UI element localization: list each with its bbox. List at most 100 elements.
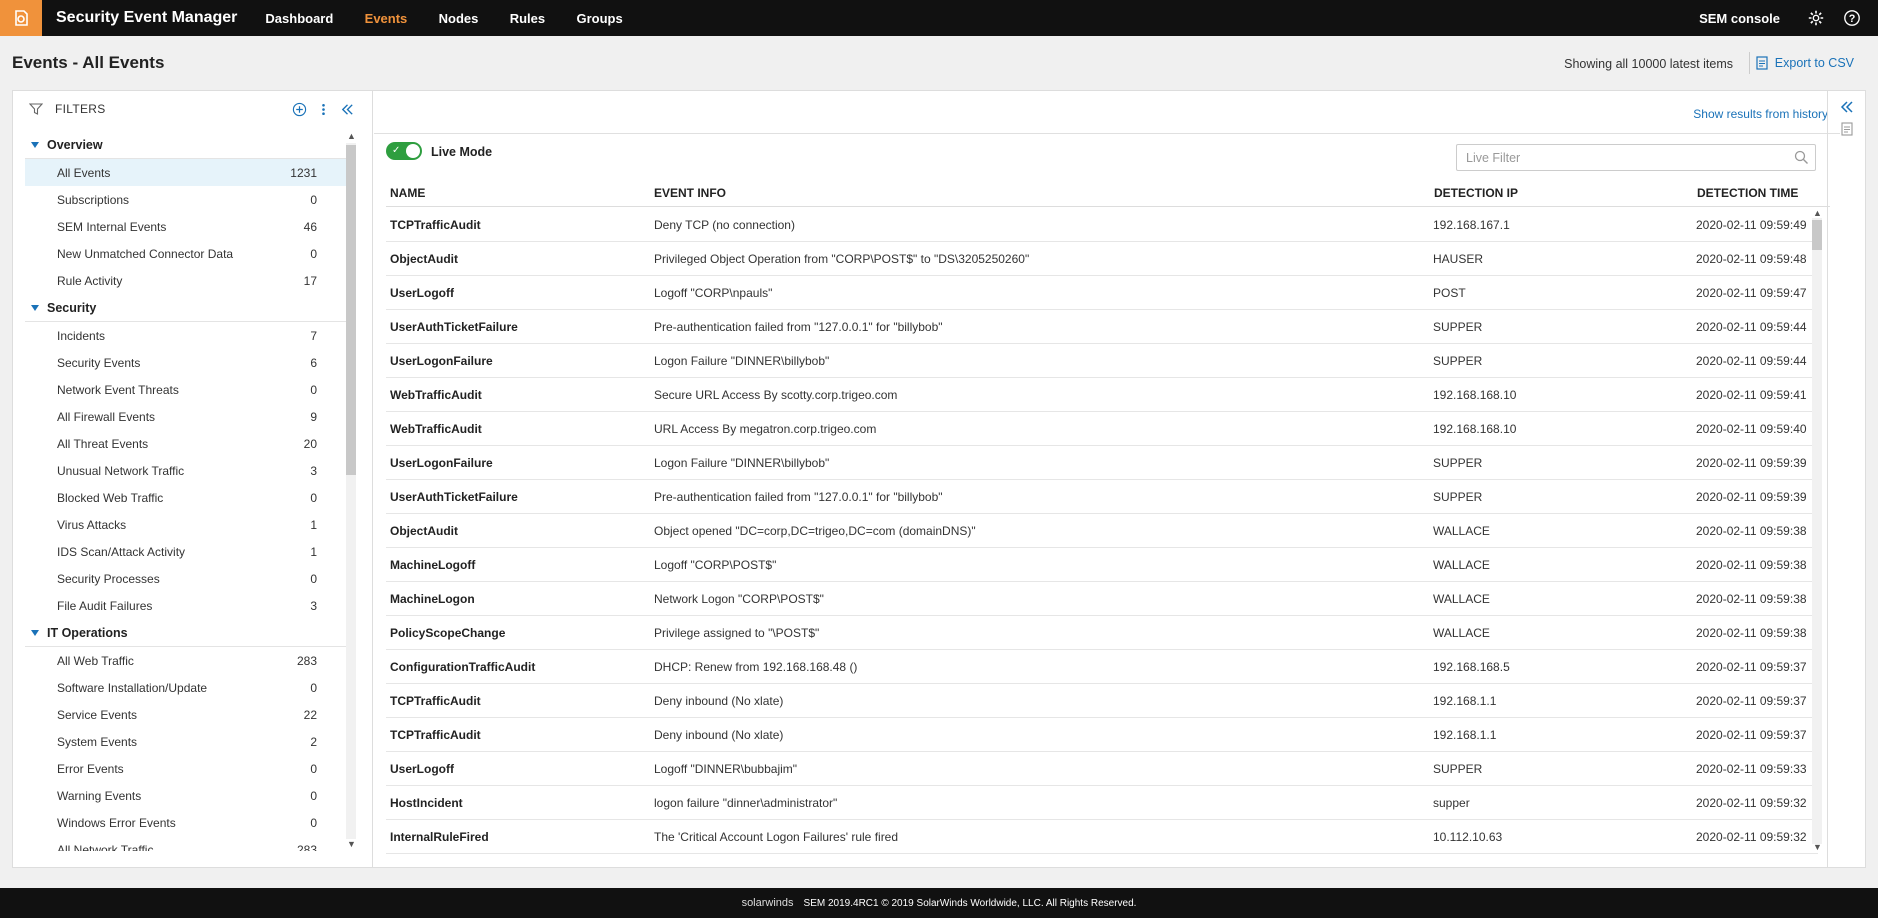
- detection-time: 2020-02-11 09:59:44: [1696, 320, 1807, 334]
- detection-time: 2020-02-11 09:59:40: [1696, 422, 1807, 436]
- table-row[interactable]: TCPTrafficAudit Deny inbound (No xlate) 19…: [386, 684, 1818, 718]
- detection-ip: SUPPER: [1433, 490, 1483, 504]
- filter-item-all-threat-events[interactable]: All Threat Events 20: [25, 430, 355, 457]
- live-mode-toggle[interactable]: ✓: [386, 142, 422, 160]
- detection-ip: 192.168.167.1: [1433, 218, 1510, 232]
- event-name: PolicyScopeChange: [390, 626, 506, 640]
- filter-item-network-event-threats[interactable]: Network Event Threats 0: [25, 376, 355, 403]
- detection-time: 2020-02-11 09:59:32: [1696, 796, 1807, 810]
- event-name: ConfigurationTrafficAudit: [390, 660, 536, 674]
- filter-item-virus-attacks[interactable]: Virus Attacks 1: [25, 511, 355, 538]
- table-row[interactable]: UserLogonFailure Logon Failure "DINNER\bi…: [386, 344, 1818, 378]
- table-row[interactable]: ObjectAudit Privileged Object Operation f…: [386, 242, 1818, 276]
- col-header-detection-ip[interactable]: DETECTION IP: [1434, 186, 1518, 200]
- filter-item-all-firewall-events[interactable]: All Firewall Events 9: [25, 403, 355, 430]
- filter-item-file-audit-failures[interactable]: File Audit Failures 3: [25, 592, 355, 619]
- filter-item-unusual-network-traffic[interactable]: Unusual Network Traffic 3: [25, 457, 355, 484]
- filter-item-security-events[interactable]: Security Events 6: [25, 349, 355, 376]
- table-row[interactable]: ObjectAudit Object opened "DC=corp,DC=tri…: [386, 514, 1818, 548]
- filter-group-it-operations[interactable]: IT Operations: [25, 619, 355, 647]
- filter-item-system-events[interactable]: System Events 2: [25, 728, 355, 755]
- filter-item-service-events[interactable]: Service Events 22: [25, 701, 355, 728]
- detection-ip: 192.168.168.10: [1433, 422, 1517, 436]
- filter-item-windows-error-events[interactable]: Windows Error Events 0: [25, 809, 355, 836]
- add-filter-icon[interactable]: [291, 101, 307, 117]
- filter-item-warning-events[interactable]: Warning Events 0: [25, 782, 355, 809]
- table-row[interactable]: TCPTrafficAudit Deny TCP (no connection) 1…: [386, 208, 1818, 242]
- event-name: HostIncident: [390, 796, 463, 810]
- filter-item-all-network-traffic[interactable]: All Network Traffic 283: [25, 836, 355, 852]
- filter-item-all-web-traffic[interactable]: All Web Traffic 283: [25, 647, 355, 674]
- table-scrollbar[interactable]: ▲ ▼: [1810, 208, 1824, 854]
- table-row[interactable]: UserLogoff Logoff "DINNER\bubbajim" SUPPER…: [386, 752, 1818, 786]
- filter-item-software-installation-update[interactable]: Software Installation/Update 0: [25, 674, 355, 701]
- nav-rules[interactable]: Rules: [510, 11, 545, 26]
- footer: solarwinds SEM 2019.4RC1 © 2019 SolarWin…: [0, 888, 1878, 918]
- filter-item-new-unmatched-connector-data[interactable]: New Unmatched Connector Data 0: [25, 240, 355, 267]
- table-row[interactable]: WebTrafficAudit URL Access By megatron.co…: [386, 412, 1818, 446]
- sidebar-scroll-thumb[interactable]: [346, 145, 356, 475]
- nav-events[interactable]: Events: [365, 11, 408, 26]
- nav-groups[interactable]: Groups: [576, 11, 622, 26]
- filter-item-all-events[interactable]: All Events 1231: [25, 159, 355, 186]
- detection-ip: 10.112.10.63: [1433, 830, 1503, 844]
- table-row[interactable]: UserLogonFailure Logon Failure "DINNER\bi…: [386, 446, 1818, 480]
- event-name: MachineLogoff: [390, 558, 476, 572]
- table-row[interactable]: UserAuthTicketFailure Pre-authentication …: [386, 310, 1818, 344]
- event-name: TCPTrafficAudit: [390, 694, 481, 708]
- filter-item-rule-activity[interactable]: Rule Activity 17: [25, 267, 355, 294]
- table-row[interactable]: MachineLogon Network Logon "CORP\POST$" WA…: [386, 582, 1818, 616]
- col-header-detection-time[interactable]: DETECTION TIME: [1697, 186, 1798, 200]
- table-row[interactable]: PolicyScopeChange Privilege assigned to "…: [386, 616, 1818, 650]
- sem-console-link[interactable]: SEM console: [1699, 11, 1780, 26]
- table-row[interactable]: UserLogoff Logoff "CORP\npauls" POST 2020-0…: [386, 276, 1818, 310]
- table-row[interactable]: HostIncident logon failure "dinner\admini…: [386, 786, 1818, 820]
- filter-item-sem-internal-events[interactable]: SEM Internal Events 46: [25, 213, 355, 240]
- filter-item-blocked-web-traffic[interactable]: Blocked Web Traffic 0: [25, 484, 355, 511]
- collapse-sidebar-icon[interactable]: [339, 101, 355, 117]
- col-header-name[interactable]: NAME: [390, 186, 425, 200]
- event-info: logon failure "dinner\administrator": [654, 796, 838, 810]
- scroll-up-icon[interactable]: ▲: [1813, 208, 1822, 218]
- table-scroll-thumb[interactable]: [1812, 220, 1822, 250]
- nav-dashboard[interactable]: Dashboard: [265, 11, 333, 26]
- event-details-icon[interactable]: [1839, 121, 1855, 137]
- event-info: Logon Failure "DINNER\billybob": [654, 456, 830, 470]
- table-row[interactable]: MachineLogoff Logoff "CORP\POST$" WALLACE 2…: [386, 548, 1818, 582]
- table-row[interactable]: ConfigurationTrafficAudit DHCP: Renew fro…: [386, 650, 1818, 684]
- table-row[interactable]: WebTrafficAudit Secure URL Access By scot…: [386, 378, 1818, 412]
- sidebar-scrollbar[interactable]: ▲ ▼: [344, 131, 358, 851]
- export-file-icon: [1756, 56, 1768, 70]
- table-row[interactable]: InternalRuleFired The 'Critical Account L…: [386, 820, 1818, 854]
- app-logo[interactable]: [0, 0, 42, 36]
- filter-item-security-processes[interactable]: Security Processes 0: [25, 565, 355, 592]
- more-options-icon[interactable]: [315, 101, 331, 117]
- event-name: TCPTrafficAudit: [390, 728, 481, 742]
- table-row[interactable]: UserAuthTicketFailure Pre-authentication …: [386, 480, 1818, 514]
- show-history-link[interactable]: Show results from history: [1693, 107, 1828, 121]
- event-info: Privilege assigned to "\POST$": [654, 626, 820, 640]
- filter-group-overview[interactable]: Overview: [25, 131, 355, 159]
- expand-panel-icon[interactable]: [1839, 99, 1855, 115]
- scroll-down-icon[interactable]: ▼: [347, 839, 356, 849]
- filter-item-error-events[interactable]: Error Events 0: [25, 755, 355, 782]
- export-csv-button[interactable]: Export to CSV: [1755, 56, 1854, 70]
- nav-nodes[interactable]: Nodes: [439, 11, 479, 26]
- help-icon[interactable]: ?: [1842, 8, 1862, 28]
- scroll-down-icon[interactable]: ▼: [1813, 842, 1822, 852]
- settings-gear-icon[interactable]: [1806, 8, 1826, 28]
- scroll-up-icon[interactable]: ▲: [347, 131, 356, 141]
- detection-ip: supper: [1433, 796, 1470, 810]
- filter-item-subscriptions[interactable]: Subscriptions 0: [25, 186, 355, 213]
- col-header-event-info[interactable]: EVENT INFO: [654, 186, 726, 200]
- filter-item-ids-scan-attack-activity[interactable]: IDS Scan/Attack Activity 1: [25, 538, 355, 565]
- table-row[interactable]: TCPTrafficAudit Deny inbound (No xlate) 19…: [386, 718, 1818, 752]
- live-filter-input[interactable]: [1456, 144, 1816, 171]
- event-name: UserAuthTicketFailure: [390, 320, 518, 334]
- filter-item-incidents[interactable]: Incidents 7: [25, 322, 355, 349]
- event-info: Pre-authentication failed from "127.0.0.…: [654, 490, 943, 504]
- filter-group-security[interactable]: Security: [25, 294, 355, 322]
- events-content: Show results from history ✓ Live Mode NA…: [374, 91, 1840, 867]
- filters-label: FILTERS: [55, 102, 106, 116]
- app-title: Security Event Manager: [56, 9, 238, 26]
